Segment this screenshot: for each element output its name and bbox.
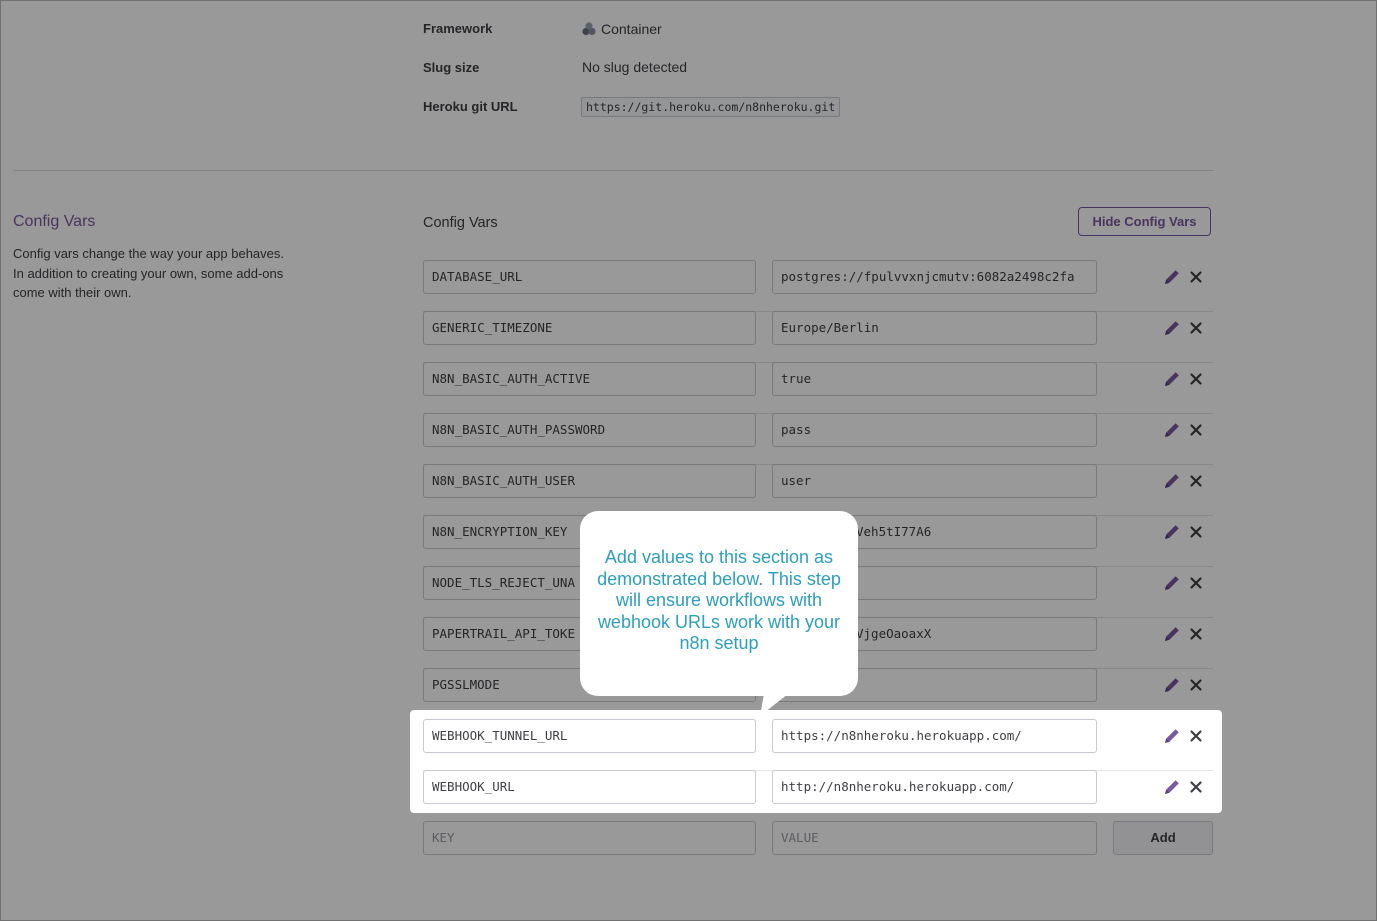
config-var-value[interactable]: http://n8nheroku.herokuapp.com/ [772, 770, 1097, 804]
tutorial-callout: Add values to this section as demonstrat… [580, 511, 858, 696]
config-var-value[interactable]: https://n8nheroku.herokuapp.com/ [772, 719, 1097, 753]
callout-pointer [760, 694, 788, 716]
config-var-row: WEBHOOK_URL http://n8nheroku.herokuapp.c… [423, 770, 1213, 821]
close-icon[interactable] [1186, 726, 1206, 746]
close-icon[interactable] [1186, 777, 1206, 797]
config-var-key[interactable]: WEBHOOK_URL [423, 770, 756, 804]
pencil-icon[interactable] [1162, 777, 1182, 797]
pencil-icon[interactable] [1162, 726, 1182, 746]
config-var-row: WEBHOOK_TUNNEL_URL https://n8nheroku.her… [423, 719, 1213, 771]
config-var-key[interactable]: WEBHOOK_TUNNEL_URL [423, 719, 756, 753]
